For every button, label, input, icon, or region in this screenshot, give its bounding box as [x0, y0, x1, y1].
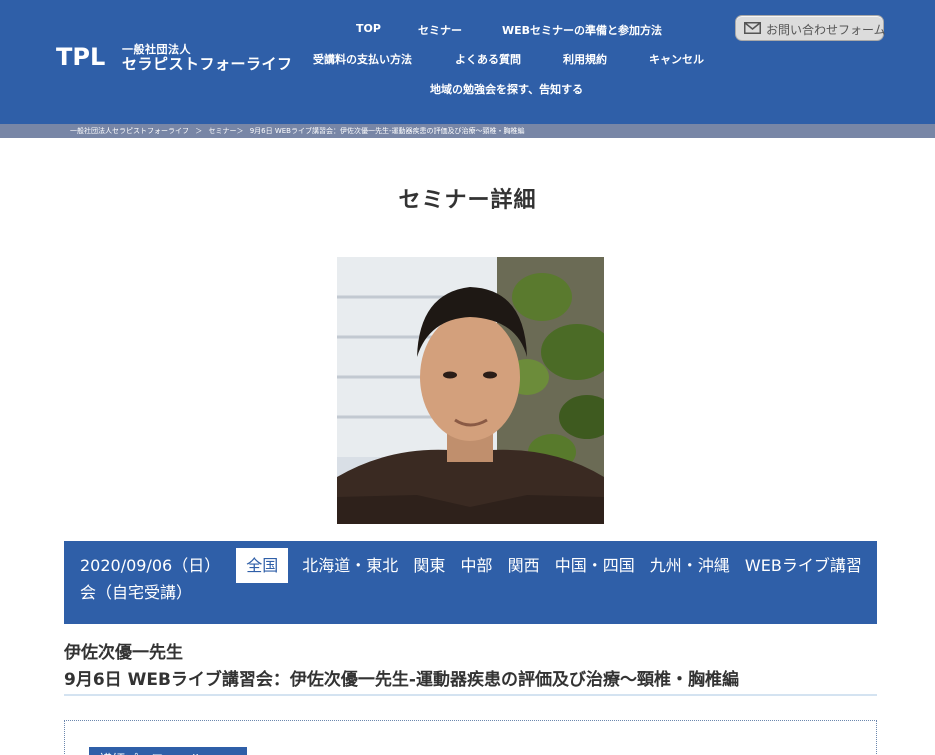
seminar-date: 2020/09/06（日）	[80, 556, 221, 575]
breadcrumb-bar: 一般社団法人セラピストフォーライフ ＞ セミナー＞ 9月6日 WEBライブ講習会…	[0, 124, 935, 138]
seminar-title: 9月6日 WEBライブ講習会：伊佐次優一先生-運動器疾患の評価及び治療〜頸椎・胸…	[64, 670, 739, 690]
instructor-name: 伊佐次優一先生	[64, 643, 183, 663]
contact-form-button[interactable]: お問い合わせフォーム	[735, 15, 886, 41]
seminar-meta: 2020/09/06（日） 全国 北海道・東北 関東 中部 関西 中国・四国 九州・…	[80, 548, 870, 606]
region-tag-chubu[interactable]: 中部	[460, 556, 492, 575]
nav-web-prep[interactable]: WEBセミナーの準備と参加方法	[502, 22, 662, 38]
svg-text:TPL: TPL	[56, 43, 105, 69]
breadcrumb-seminar[interactable]: セミナー＞	[208, 127, 243, 135]
nav-top[interactable]: TOP	[356, 22, 381, 35]
nav-seminar[interactable]: セミナー	[418, 22, 462, 38]
logo-mark: TPL	[56, 43, 105, 69]
nav-faq[interactable]: よくある質問	[455, 51, 521, 67]
site-logo[interactable]: TPL 一般社団法人 セラピストフォーライフ	[56, 43, 292, 73]
mail-icon	[744, 22, 761, 34]
site-header: TPL 一般社団法人 セラピストフォーライフ TOP セミナー WEBセミナーの…	[0, 0, 935, 124]
nav-payment[interactable]: 受講料の支払い方法	[313, 51, 412, 67]
profile-tab[interactable]: 講師プロフィール	[89, 747, 247, 755]
seminar-info-bar: 2020/09/06（日） 全国 北海道・東北 関東 中部 関西 中国・四国 九州・…	[64, 541, 877, 624]
breadcrumb-current: 9月6日 WEBライブ講習会：伊佐次優一先生-運動器疾患の評価及び治療〜頸椎・胸…	[249, 127, 525, 135]
region-tag-kyushu-okinawa[interactable]: 九州・沖縄	[650, 556, 730, 575]
region-tag-kanto[interactable]: 関東	[413, 556, 445, 575]
instructor-photo	[337, 257, 604, 524]
breadcrumb-separator: ＞	[195, 127, 203, 135]
region-tag-nationwide[interactable]: 全国	[236, 548, 289, 583]
page-title: セミナー詳細	[398, 188, 537, 213]
nav-cancel[interactable]: キャンセル	[649, 51, 704, 67]
region-tag-hokkaido-tohoku[interactable]: 北海道・東北	[302, 556, 398, 575]
region-tag-kansai[interactable]: 関西	[508, 556, 540, 575]
detail-box: 講師プロフィール	[64, 720, 877, 755]
nav-terms[interactable]: 利用規約	[563, 51, 607, 67]
nav-study-groups[interactable]: 地域の勉強会を探す、告知する	[430, 81, 583, 97]
contact-form-label: お問い合わせフォーム	[766, 23, 886, 37]
region-tag-chugoku-shikoku[interactable]: 中国・四国	[555, 556, 635, 575]
breadcrumb-home[interactable]: 一般社団法人セラピストフォーライフ	[70, 127, 189, 135]
title-divider	[64, 694, 877, 696]
breadcrumb: 一般社団法人セラピストフォーライフ ＞ セミナー＞ 9月6日 WEBライブ講習会…	[70, 126, 529, 136]
logo-name: セラピストフォーライフ	[122, 55, 293, 73]
